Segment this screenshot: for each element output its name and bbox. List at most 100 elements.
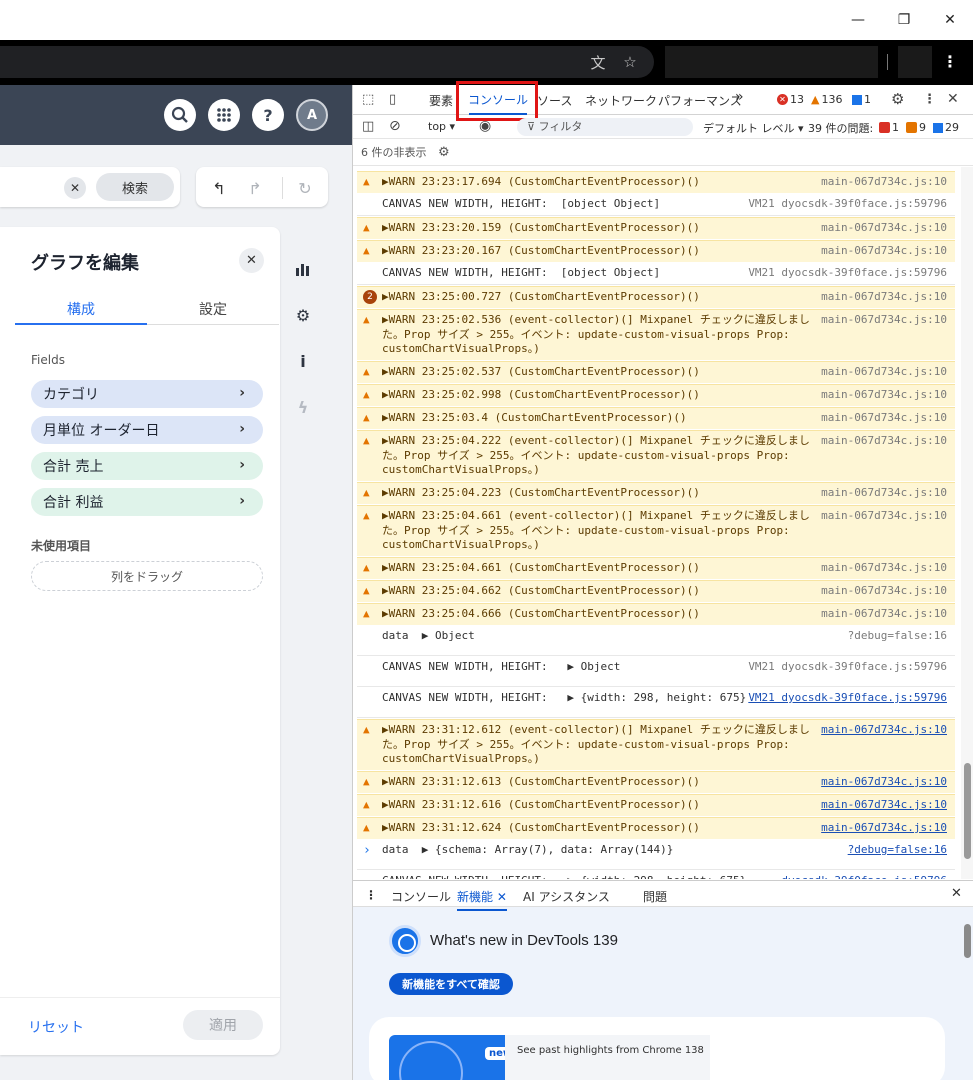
- console-warning-row[interactable]: ▲ ▶WARN 23:31:12.612 (event-collector)(] …: [357, 719, 955, 770]
- field-pill[interactable]: 合計 売上 ›: [31, 452, 263, 480]
- inspect-element-icon[interactable]: ⬚: [362, 92, 374, 107]
- address-bar[interactable]: 文 ☆: [0, 46, 654, 78]
- translate-icon[interactable]: 文: [588, 52, 608, 72]
- more-tabs-icon[interactable]: »: [735, 89, 744, 105]
- log-source-link[interactable]: main-067d734c.js:10: [821, 798, 947, 811]
- search-button[interactable]: 検索: [96, 173, 174, 201]
- error-count[interactable]: ✕ 13: [777, 93, 804, 106]
- console-warning-row[interactable]: ▲ ▶WARN 23:31:12.616 (CustomChartEventPro…: [357, 794, 955, 816]
- clear-search-button[interactable]: ✕: [64, 177, 86, 199]
- console-warning-row[interactable]: 2 ▶WARN 23:25:00.727 (CustomChartEventPro…: [357, 286, 955, 308]
- log-source-link[interactable]: main-067d734c.js:10: [821, 607, 947, 620]
- gear-icon[interactable]: ⚙: [287, 299, 319, 331]
- drawer-tab-whats-new[interactable]: 新機能 ✕: [457, 888, 507, 911]
- console-warning-row[interactable]: ▲ ▶WARN 23:23:17.694 (CustomChartEventPro…: [357, 171, 955, 193]
- log-source-link[interactable]: main-067d734c.js:10: [821, 388, 947, 401]
- log-source-link[interactable]: main-067d734c.js:10: [821, 175, 947, 188]
- log-source-link[interactable]: VM21 dyocsdk-39f0face.js:59796: [748, 197, 947, 210]
- clear-console-icon[interactable]: ⊘: [389, 118, 401, 134]
- filter-input[interactable]: ⊽ フィルタ: [517, 118, 693, 136]
- field-pill[interactable]: 月単位 オーダー日 ›: [31, 416, 263, 444]
- star-icon[interactable]: ☆: [620, 52, 640, 72]
- drawer-menu-icon[interactable]: ⋮: [365, 888, 377, 902]
- issues-warning-count[interactable]: 9: [906, 121, 926, 134]
- console-warning-row[interactable]: ▲ ▶WARN 23:25:02.998 (CustomChartEventPro…: [357, 384, 955, 406]
- close-panel-button[interactable]: ✕: [239, 248, 264, 273]
- console-prompt[interactable]: ›: [363, 843, 371, 858]
- context-selector[interactable]: top ▾: [428, 120, 455, 133]
- log-source-link[interactable]: main-067d734c.js:10: [821, 411, 947, 424]
- console-warning-row[interactable]: ▲ ▶WARN 23:23:20.159 (CustomChartEventPro…: [357, 217, 955, 239]
- more-options-icon[interactable]: ⋮: [923, 92, 936, 107]
- drawer-tab-console[interactable]: コンソール: [391, 888, 451, 905]
- console-settings-gear-icon[interactable]: ⚙: [438, 145, 450, 160]
- reset-link[interactable]: リセット: [28, 1017, 84, 1037]
- log-source-link[interactable]: main-067d734c.js:10: [821, 486, 947, 499]
- close-tab-icon[interactable]: ✕: [497, 890, 507, 904]
- redo-icon[interactable]: ↱: [244, 177, 266, 199]
- console-log-row[interactable]: data ▶ Object ?debug=false:16: [357, 626, 955, 656]
- field-pill[interactable]: カテゴリ ›: [31, 380, 263, 408]
- scroll-thumb[interactable]: [964, 763, 971, 859]
- help-icon[interactable]: ?: [252, 99, 284, 131]
- log-source-link[interactable]: ?debug=false:16: [848, 843, 947, 856]
- tab-sources[interactable]: ソース: [537, 92, 572, 109]
- console-log-row[interactable]: CANVAS NEW WIDTH, HEIGHT: ▶ Object VM21 d…: [357, 657, 955, 687]
- warning-count[interactable]: ▲ 136: [811, 93, 842, 106]
- profile-button[interactable]: [898, 46, 932, 78]
- console-warning-row[interactable]: ▲ ▶WARN 23:23:20.167 (CustomChartEventPro…: [357, 240, 955, 262]
- apply-button[interactable]: 適用: [183, 1010, 263, 1040]
- console-warning-row[interactable]: ▲ ▶WARN 23:25:03.4 (CustomChartEventProce…: [357, 407, 955, 429]
- console-warning-row[interactable]: ▲ ▶WARN 23:25:02.537 (CustomChartEventPro…: [357, 361, 955, 383]
- console-warning-row[interactable]: ▲ ▶WARN 23:25:04.662 (CustomChartEventPro…: [357, 580, 955, 602]
- console-log-row[interactable]: CANVAS NEW WIDTH, HEIGHT: ▶ {width: 298,…: [357, 871, 955, 879]
- info-count[interactable]: 1: [852, 93, 871, 106]
- console-warning-row[interactable]: ▲ ▶WARN 23:25:04.223 (CustomChartEventPro…: [357, 482, 955, 504]
- console-warning-row[interactable]: ▲ ▶WARN 23:31:12.613 (CustomChartEventPro…: [357, 771, 955, 793]
- log-source-link[interactable]: main-067d734c.js:10: [821, 509, 947, 522]
- close-window-button[interactable]: ✕: [927, 0, 973, 40]
- drawer-tab-ai[interactable]: AI アシスタンス: [523, 888, 610, 905]
- log-source-link[interactable]: main-067d734c.js:10: [821, 561, 947, 574]
- log-source-link[interactable]: ?debug=false:16: [848, 629, 947, 642]
- close-devtools-icon[interactable]: ✕: [947, 91, 959, 107]
- log-source-link[interactable]: VM21 dyocsdk-39f0face.js:59796: [748, 660, 947, 673]
- see-all-features-button[interactable]: 新機能をすべて確認: [389, 973, 513, 995]
- log-source-link[interactable]: main-067d734c.js:10: [821, 290, 947, 303]
- tab-network[interactable]: ネットワーク: [585, 92, 657, 109]
- device-toolbar-icon[interactable]: ▯: [389, 92, 396, 107]
- drawer-tab-issues[interactable]: 問題: [643, 888, 667, 905]
- scroll-thumb[interactable]: [964, 924, 971, 958]
- extensions-area[interactable]: [665, 46, 878, 78]
- highlight-card[interactable]: new See past highlights from Chrome 138: [369, 1017, 945, 1080]
- search-icon[interactable]: [164, 99, 196, 131]
- console-scrollbar[interactable]: [961, 167, 973, 879]
- settings-gear-icon[interactable]: ⚙: [891, 90, 904, 108]
- apps-grid-icon[interactable]: [208, 99, 240, 131]
- lightning-icon[interactable]: ϟ: [287, 391, 319, 423]
- log-level-selector[interactable]: デフォルト レベル ▾: [703, 120, 804, 136]
- log-source-link[interactable]: main-067d734c.js:10: [821, 244, 947, 257]
- tab-settings[interactable]: 設定: [147, 299, 279, 325]
- log-source-link[interactable]: main-067d734c.js:10: [821, 313, 947, 326]
- log-source-link[interactable]: main-067d734c.js:10: [821, 775, 947, 788]
- tab-elements[interactable]: 要素: [429, 92, 453, 109]
- info-icon[interactable]: i: [287, 345, 319, 377]
- console-warning-row[interactable]: ▲ ▶WARN 23:25:04.222 (event-collector)(] …: [357, 430, 955, 481]
- browser-menu-icon[interactable]: ⋮: [940, 52, 960, 74]
- undo-icon[interactable]: ↰: [208, 177, 230, 199]
- tab-console[interactable]: コンソール: [468, 85, 528, 115]
- console-log-row[interactable]: data ▶ {schema: Array(7), data: Array(14…: [357, 840, 955, 870]
- log-source-link[interactable]: main-067d734c.js:10: [821, 221, 947, 234]
- avatar[interactable]: A: [296, 99, 328, 131]
- log-source-link[interactable]: VM21 dyocsdk-39f0face.js:59796: [748, 266, 947, 279]
- issues-info-count[interactable]: 29: [933, 121, 959, 134]
- console-log-row[interactable]: CANVAS NEW WIDTH, HEIGHT: [object Object…: [357, 194, 955, 216]
- console-warning-row[interactable]: ▲ ▶WARN 23:25:04.661 (event-collector)(] …: [357, 505, 955, 556]
- sidebar-toggle-icon[interactable]: ◫: [362, 119, 374, 134]
- tab-performance[interactable]: パフォーマンス: [658, 92, 742, 109]
- reset-icon[interactable]: ↻: [294, 177, 316, 199]
- console-warning-row[interactable]: ▲ ▶WARN 23:25:04.666 (CustomChartEventPro…: [357, 603, 955, 625]
- console-warning-row[interactable]: ▲ ▶WARN 23:31:12.624 (CustomChartEventPro…: [357, 817, 955, 839]
- console-warning-row[interactable]: ▲ ▶WARN 23:25:04.661 (CustomChartEventPro…: [357, 557, 955, 579]
